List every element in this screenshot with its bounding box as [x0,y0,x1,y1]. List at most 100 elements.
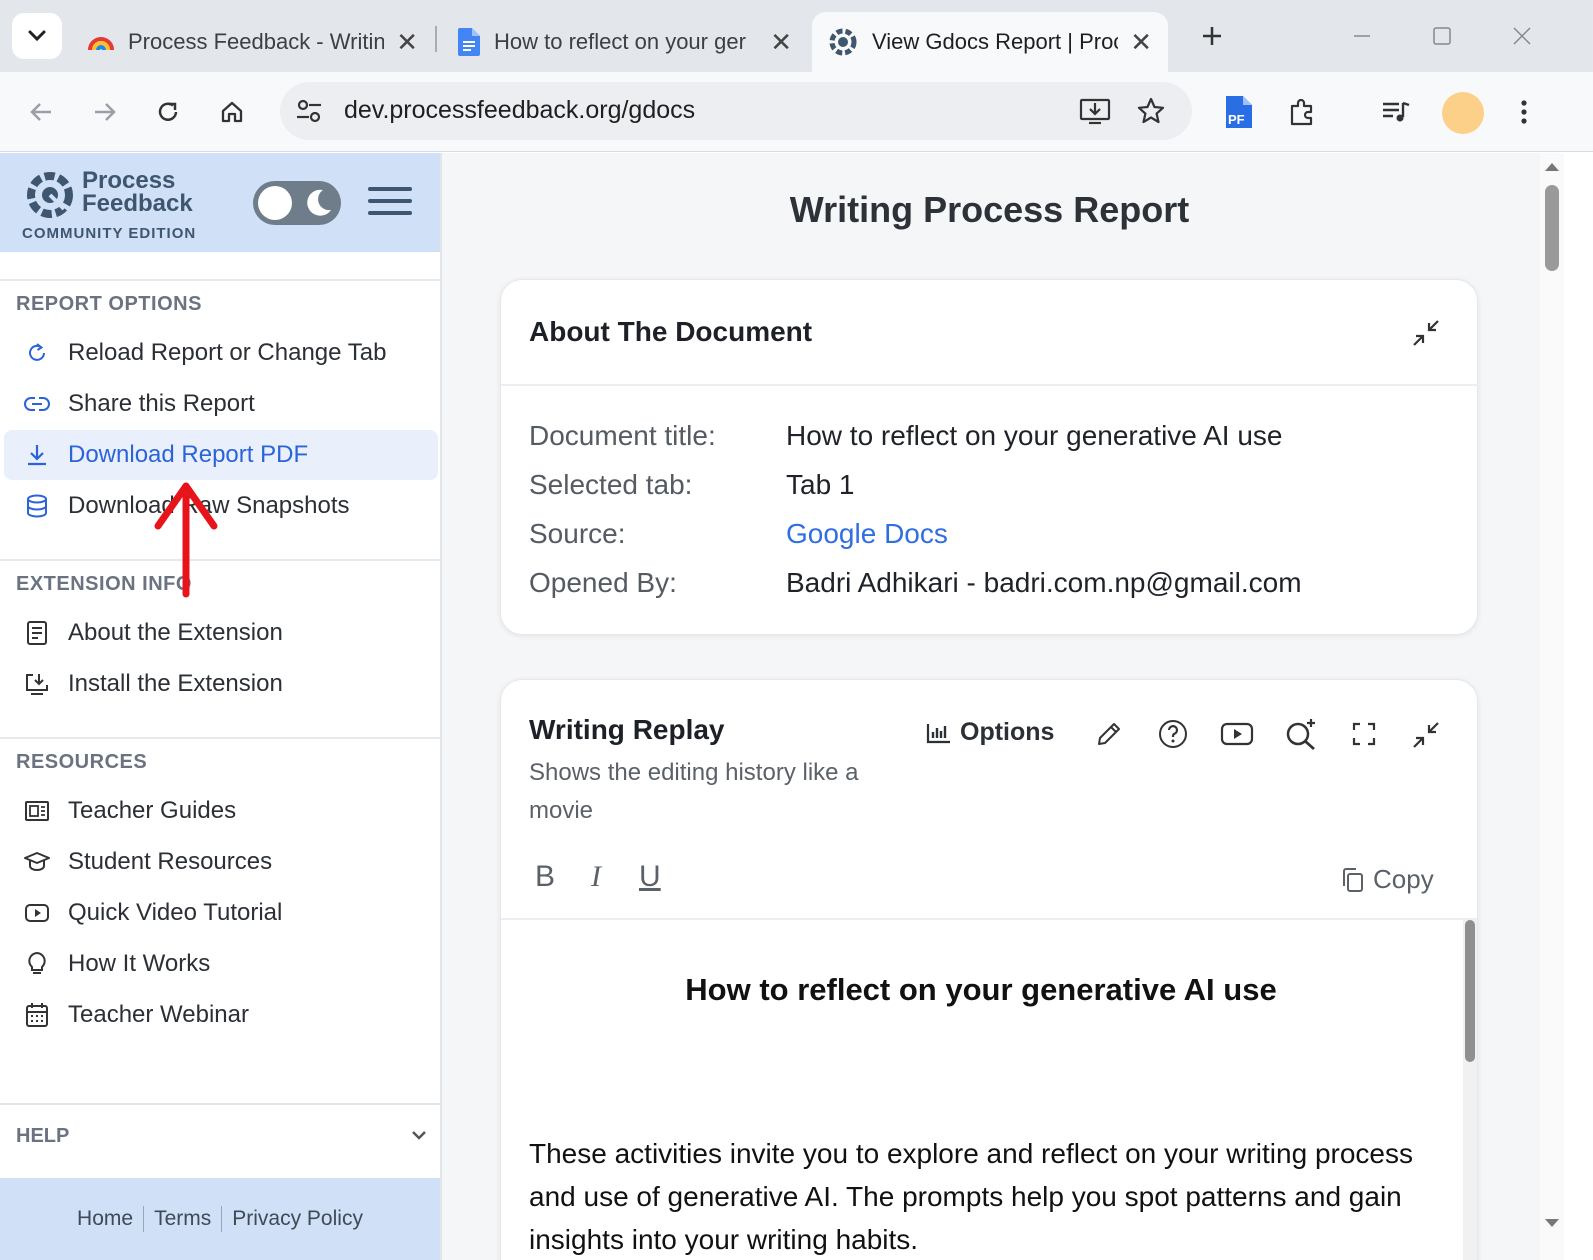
menu-bar [368,199,412,203]
sidebar-item-label: Reload Report or Change Tab [68,339,387,366]
bold-button[interactable]: B [535,860,555,894]
copy-icon [1343,867,1363,892]
question-circle-icon [1159,720,1187,748]
install-app-button[interactable] [1074,90,1116,132]
options-label: Options [960,718,1055,746]
edition-label: COMMUNITY EDITION [22,225,197,242]
tab-search-button[interactable] [12,13,62,59]
dark-mode-toggle[interactable] [253,181,341,225]
process-feedback-extension-button[interactable]: PF [1216,90,1260,134]
browser-toolbar: dev.processfeedback.org/gdocs PF [0,72,1593,152]
sidebar-item-how-it-works[interactable]: How It Works [4,939,438,989]
database-icon [24,493,50,519]
close-window-button[interactable] [1502,18,1542,54]
underline-button[interactable]: U [639,860,661,894]
sidebar-item-student-resources[interactable]: Student Resources [4,837,438,887]
chevron-down-icon[interactable] [410,1129,428,1141]
scroll-down-arrow-icon[interactable] [1540,1213,1564,1233]
sidebar-divider [0,737,440,739]
bar-chart-icon [926,723,950,743]
options-button[interactable]: Options [926,718,1054,747]
collapse-icon[interactable] [1411,720,1441,750]
footer-home-link[interactable]: Home [67,1207,143,1231]
sidebar-item-download-pdf[interactable]: Download Report PDF [4,430,438,480]
replay-document-view[interactable]: How to reflect on your generative AI use… [501,920,1477,1260]
copy-label: Copy [1373,864,1434,894]
close-icon [1513,27,1531,45]
sidebar-divider [0,279,440,281]
selected-tab-label: Selected tab: [529,469,693,500]
footer-privacy-link[interactable]: Privacy Policy [222,1207,373,1231]
back-button[interactable] [20,90,64,134]
brand-name: Process Feedback [82,167,193,217]
scrollbar-thumb[interactable] [1545,185,1559,271]
moon-icon [307,189,331,216]
zoom-button[interactable] [1281,714,1321,754]
close-tab-icon[interactable]: ✕ [396,27,418,58]
guide-icon [24,798,50,824]
replay-scrollbar[interactable] [1463,920,1477,1260]
sidebar-item-label: Share this Report [68,390,255,417]
browser-tab-gdoc[interactable]: How to reflect on your ger ✕ [442,12,808,72]
menu-bar [368,187,412,191]
sidebar-item-teacher-webinar[interactable]: Teacher Webinar [4,990,438,1040]
collapse-icon[interactable] [1411,318,1441,348]
browser-menu-button[interactable] [1502,90,1546,134]
about-document-card: About The Document Document title: How t… [500,279,1479,635]
close-tab-icon[interactable]: ✕ [770,27,792,58]
maximize-button[interactable] [1422,18,1462,54]
document-title-value: How to reflect on your generative AI use [786,420,1283,451]
sidebar-item-install-extension[interactable]: Install the Extension [4,659,438,709]
reload-button[interactable] [146,90,190,134]
bookmark-button[interactable] [1130,90,1172,132]
svg-text:PF: PF [1228,112,1245,127]
menu-button[interactable] [368,187,412,219]
browser-tab-process-feedback[interactable]: Process Feedback - Writin ✕ [72,12,434,72]
source-link[interactable]: Google Docs [786,518,948,550]
help-section[interactable]: HELP [0,1103,440,1173]
process-feedback-logo-icon[interactable] [22,167,78,223]
home-button[interactable] [210,90,254,134]
plus-icon [1203,27,1221,45]
scrollbar-thumb[interactable] [1465,920,1475,1062]
doc-heading: How to reflect on your generative AI use [685,972,1277,1007]
brand-line-2: Feedback [82,190,193,217]
copy-button[interactable]: Copy [1341,864,1434,895]
opened-by-label: Opened By: [529,567,677,598]
tab-title: Process Feedback - Writin [128,29,385,54]
sidebar-item-share-report[interactable]: Share this Report [4,379,438,429]
new-tab-button[interactable] [1192,16,1232,56]
maximize-icon [1433,27,1451,45]
document-icon [24,620,50,646]
sidebar-item-teacher-guides[interactable]: Teacher Guides [4,786,438,836]
document-title-label: Document title: [529,420,716,451]
scroll-up-arrow-icon[interactable] [1540,157,1564,177]
minimize-button[interactable] [1342,18,1382,54]
process-feedback-favicon-icon [829,28,857,56]
forward-button[interactable] [82,90,126,134]
brand-line-1: Process [82,167,176,194]
page-scrollbar[interactable] [1540,153,1564,1260]
sidebar-item-about-extension[interactable]: About the Extension [4,608,438,658]
play-video-button[interactable] [1217,714,1257,754]
browser-tab-gdocs-report[interactable]: View Gdocs Report | Proce ✕ [812,12,1168,72]
sidebar-item-video-tutorial[interactable]: Quick Video Tutorial [4,888,438,938]
address-bar[interactable]: dev.processfeedback.org/gdocs [280,82,1192,140]
extensions-button[interactable] [1280,90,1324,134]
profile-avatar[interactable] [1442,92,1484,134]
writing-replay-card: Writing Replay Shows the editing history… [500,679,1478,1260]
close-tab-icon[interactable]: ✕ [1130,27,1152,58]
italic-button[interactable]: I [591,860,601,894]
sidebar-item-label: About the Extension [68,619,283,646]
media-controls-button[interactable] [1374,90,1418,134]
reload-icon [158,102,178,121]
sidebar-item-label: Install the Extension [68,670,283,697]
site-info-button[interactable] [288,90,330,132]
help-button[interactable] [1153,714,1193,754]
resources-heading: RESOURCES [16,751,148,773]
tab-separator [435,26,437,52]
footer-terms-link[interactable]: Terms [144,1207,221,1231]
edit-button[interactable] [1089,714,1129,754]
sidebar-item-reload-report[interactable]: Reload Report or Change Tab [4,328,438,378]
fullscreen-button[interactable] [1344,714,1384,754]
